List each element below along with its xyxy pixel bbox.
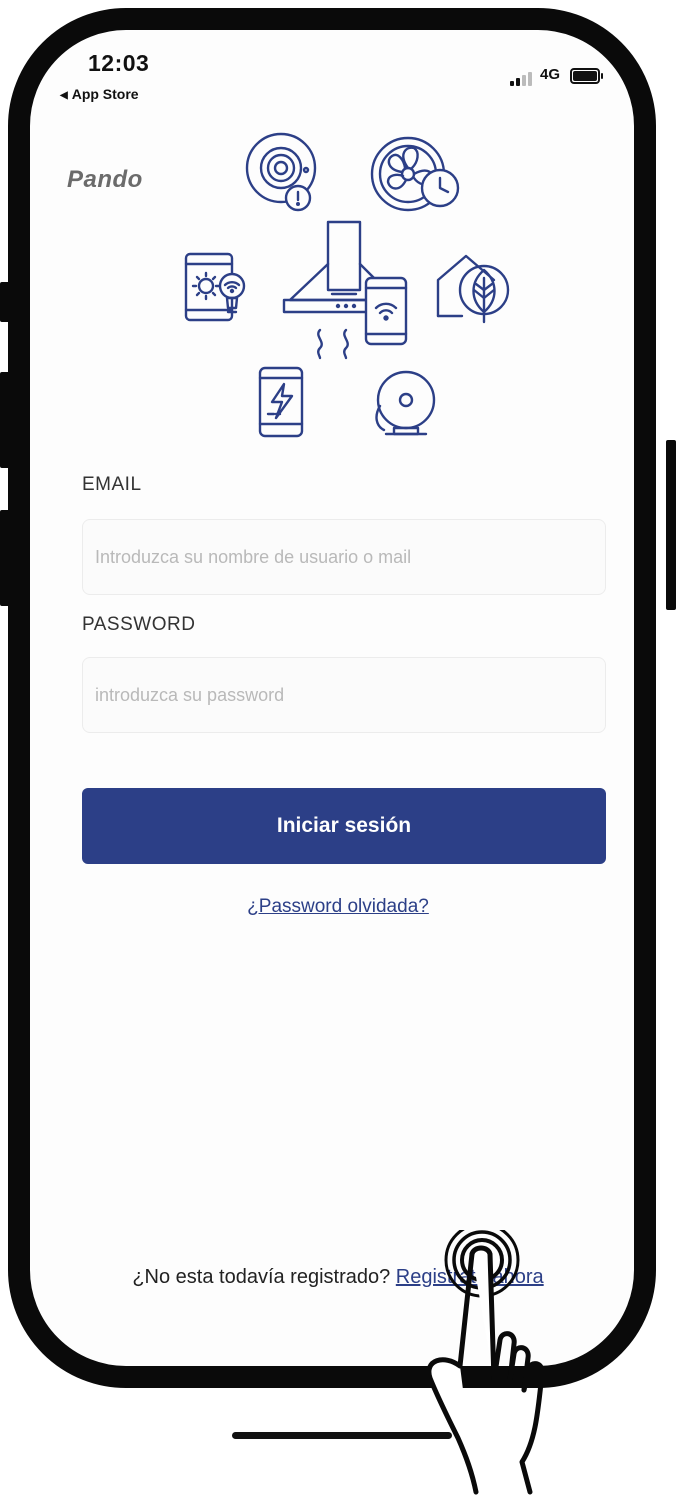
password-field[interactable] (82, 657, 606, 733)
alarm-bell-icon (375, 370, 436, 436)
status-bar: 12:03 ◀ App Store 4G (0, 0, 676, 110)
email-field[interactable] (82, 519, 606, 595)
back-arrow-icon: ◀ (60, 90, 68, 101)
fan-timer-icon (370, 136, 460, 212)
smoke-detector-icon (245, 132, 317, 212)
forgot-password-row: ¿Password olvidada? (0, 896, 676, 918)
battery-icon (570, 68, 603, 84)
phone-wifi-icon (364, 276, 408, 346)
forgot-password-link[interactable]: ¿Password olvidada? (247, 896, 429, 917)
login-button[interactable]: Iniciar sesión (82, 788, 606, 864)
phone-power-button (666, 440, 676, 610)
phone-energy-icon (258, 366, 304, 438)
status-time: 12:03 (88, 50, 150, 76)
brand-logo: Pando (67, 166, 143, 193)
register-row: ¿No esta todavía registrado? Registrate … (0, 1266, 676, 1289)
back-app-label: App Store (71, 86, 139, 102)
hero-illustration (184, 132, 510, 438)
register-prompt: ¿No esta todavía registrado? (132, 1266, 391, 1288)
tablet-bulb-icon (184, 252, 246, 322)
password-label: PASSWORD (82, 614, 196, 635)
tap-hand-icon (426, 1230, 545, 1495)
signal-icon (510, 70, 536, 86)
back-to-app-link[interactable]: ◀ App Store (60, 86, 139, 102)
network-type: 4G (540, 66, 561, 83)
eco-home-icon (436, 254, 510, 324)
email-label: EMAIL (82, 474, 142, 495)
